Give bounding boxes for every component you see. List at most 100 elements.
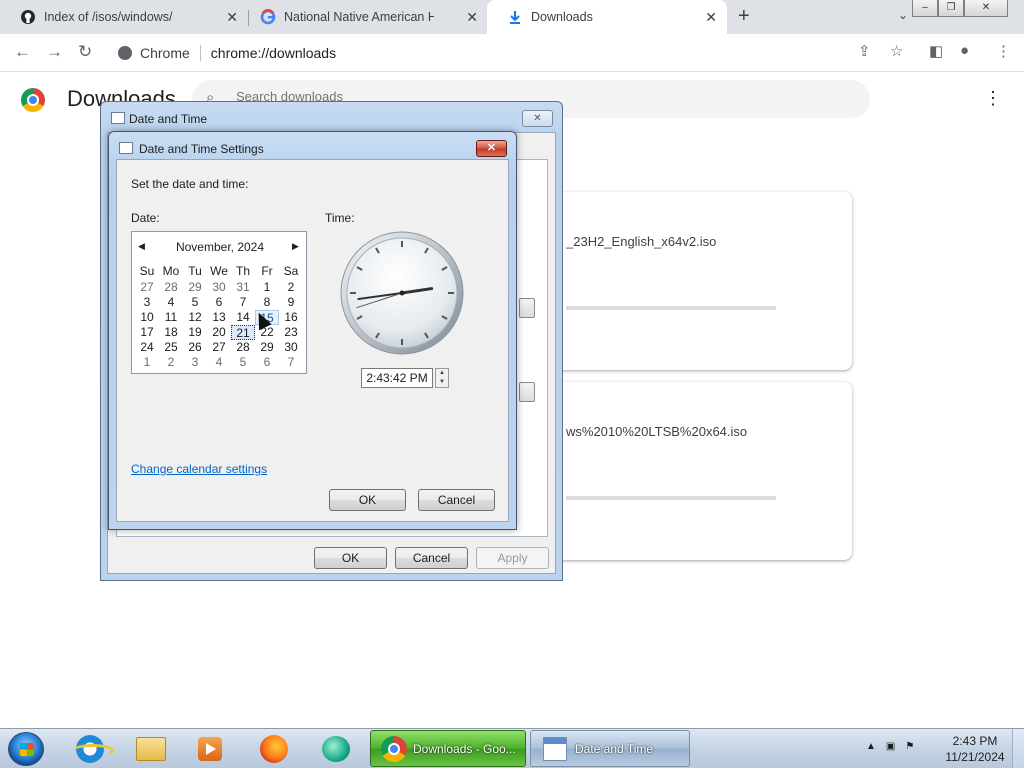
calendar-day[interactable]: 6 xyxy=(207,295,231,310)
calendar-day[interactable]: 2 xyxy=(159,355,183,370)
calendar-day[interactable]: 27 xyxy=(207,340,231,355)
calendar-day[interactable]: 31 xyxy=(231,280,255,295)
calendar-day[interactable]: 14 xyxy=(231,310,255,325)
bookmark-star-icon[interactable]: ☆ xyxy=(890,42,903,60)
messenger-icon[interactable] xyxy=(314,733,358,765)
hidden-button[interactable] xyxy=(519,298,535,318)
calendar-day[interactable]: 8 xyxy=(255,295,279,310)
chrome-page-icon xyxy=(118,45,132,60)
ok-button[interactable]: OK xyxy=(329,489,406,511)
calendar-day[interactable]: 17 xyxy=(135,325,159,340)
download-filename[interactable]: _23H2_English_x64v2.iso xyxy=(566,234,716,249)
calendar-day[interactable]: 21 xyxy=(231,325,255,340)
calendar-day[interactable]: 5 xyxy=(231,355,255,370)
calendar-day[interactable]: 20 xyxy=(207,325,231,340)
action-center-flag-icon[interactable]: ⚑ xyxy=(905,741,914,752)
profile-avatar-icon[interactable]: ● xyxy=(960,42,969,59)
close-tab-icon[interactable]: ✕ xyxy=(226,9,238,26)
calendar-day[interactable]: 3 xyxy=(135,295,159,310)
tab-national-native[interactable]: National Native American Herita ✕ xyxy=(240,0,488,34)
calendar-day[interactable]: 30 xyxy=(207,280,231,295)
taskbar-clock[interactable]: 2:43 PM 11/21/2024 xyxy=(940,733,1010,765)
calendar-day[interactable]: 25 xyxy=(159,340,183,355)
taskbar-task-date-time[interactable]: Date and Time xyxy=(530,730,690,767)
calendar-day[interactable]: 1 xyxy=(255,280,279,295)
calendar-day[interactable]: 12 xyxy=(183,310,207,325)
calendar-day[interactable]: 4 xyxy=(159,295,183,310)
calendar-day[interactable]: 19 xyxy=(183,325,207,340)
calendar-day[interactable]: 11 xyxy=(159,310,183,325)
media-player-icon[interactable] xyxy=(188,733,232,765)
calendar-day[interactable]: 26 xyxy=(183,340,207,355)
calendar-day[interactable]: 3 xyxy=(183,355,207,370)
calendar-day[interactable]: 4 xyxy=(207,355,231,370)
new-tab-button[interactable]: + xyxy=(738,5,750,28)
close-dialog-button[interactable]: ✕ xyxy=(522,110,553,127)
start-button[interactable] xyxy=(8,732,44,766)
back-arrow-icon[interactable]: ← xyxy=(14,42,31,62)
calendar-day[interactable]: 24 xyxy=(135,340,159,355)
month-calendar[interactable]: ◀ November, 2024 ▶ Su Mo Tu We Th Fr Sa 27 28 29 3… xyxy=(131,231,307,374)
forward-arrow-icon[interactable]: → xyxy=(46,42,63,62)
dialog-title: Date and Time xyxy=(129,112,208,126)
show-desktop-button[interactable] xyxy=(1012,729,1024,768)
maximize-button[interactable]: ❐ xyxy=(938,0,964,17)
download-filename[interactable]: ws%2010%20LTSB%20x64.iso xyxy=(566,424,747,439)
calendar-day[interactable]: 30 xyxy=(279,340,303,355)
reload-icon[interactable]: ↻ xyxy=(78,42,92,62)
minimize-button[interactable]: – xyxy=(912,0,938,17)
file-explorer-icon[interactable] xyxy=(129,733,173,765)
calendar-day[interactable]: 2 xyxy=(279,280,303,295)
calendar-day[interactable]: 29 xyxy=(183,280,207,295)
apply-button[interactable]: Apply xyxy=(476,547,549,569)
chrome-menu-icon[interactable]: ⋮ xyxy=(996,42,1011,60)
tab-search-chevron-icon[interactable]: ⌄ xyxy=(898,8,908,22)
tab-index-isos[interactable]: Index of /isos/windows/ ✕ xyxy=(0,0,248,34)
url-text[interactable]: chrome://downloads xyxy=(211,45,336,61)
calendar-day[interactable]: 10 xyxy=(135,310,159,325)
calendar-day[interactable]: 28 xyxy=(159,280,183,295)
cancel-button[interactable]: Cancel xyxy=(418,489,495,511)
calendar-month-year[interactable]: November, 2024 xyxy=(132,240,308,256)
calendar-day[interactable]: 16 xyxy=(279,310,303,325)
close-window-button[interactable]: ✕ xyxy=(964,0,1008,17)
cancel-button[interactable]: Cancel xyxy=(395,547,468,569)
system-tray: ▲ ▣ ⚑ xyxy=(866,741,914,752)
calendar-day[interactable]: 27 xyxy=(135,280,159,295)
calendar-day[interactable]: 9 xyxy=(279,295,303,310)
address-bar[interactable]: Chrome chrome://downloads xyxy=(110,38,910,67)
firefox-icon[interactable] xyxy=(252,733,296,765)
hidden-button[interactable] xyxy=(519,382,535,402)
more-actions-icon[interactable]: ⋮ xyxy=(984,88,1002,109)
calendar-day[interactable]: 5 xyxy=(183,295,207,310)
date-time-settings-dialog: Date and Time Settings ✕ Set the date an… xyxy=(108,131,517,530)
close-tab-icon[interactable]: ✕ xyxy=(466,9,478,26)
calendar-day[interactable]: 7 xyxy=(279,355,303,370)
calendar-day[interactable]: 29 xyxy=(255,340,279,355)
time-input[interactable]: 2:43:42 PM xyxy=(361,368,433,388)
share-icon[interactable]: ⇪ xyxy=(858,42,871,60)
close-dialog-button[interactable]: ✕ xyxy=(476,140,507,157)
site-chip[interactable]: Chrome xyxy=(118,45,190,61)
taskbar-task-chrome[interactable]: Downloads - Goo... xyxy=(370,730,526,767)
weekday-header: Mo xyxy=(162,264,180,278)
internet-explorer-icon[interactable] xyxy=(68,733,114,765)
calendar-day[interactable]: 28 xyxy=(231,340,255,355)
side-panel-icon[interactable]: ◧ xyxy=(929,42,943,60)
tab-downloads[interactable]: Downloads ✕ xyxy=(487,0,727,34)
change-calendar-settings-link[interactable]: Change calendar settings xyxy=(131,462,267,476)
ok-button[interactable]: OK xyxy=(314,547,387,569)
calendar-day[interactable]: 7 xyxy=(231,295,255,310)
show-hidden-icons-arrow-icon[interactable]: ▲ xyxy=(866,741,876,752)
network-icon[interactable]: ▣ xyxy=(886,741,895,752)
calendar-day[interactable]: 6 xyxy=(255,355,279,370)
time-spinner[interactable]: ▲ ▼ xyxy=(435,368,449,388)
calendar-day[interactable]: 1 xyxy=(135,355,159,370)
close-tab-icon[interactable]: ✕ xyxy=(705,9,717,26)
weekday-header: Su xyxy=(139,264,155,278)
calendar-day[interactable]: 23 xyxy=(279,325,303,340)
calendar-day[interactable]: 13 xyxy=(207,310,231,325)
site-chip-label: Chrome xyxy=(140,44,190,61)
next-month-arrow-icon[interactable]: ▶ xyxy=(292,241,299,252)
calendar-day[interactable]: 18 xyxy=(159,325,183,340)
